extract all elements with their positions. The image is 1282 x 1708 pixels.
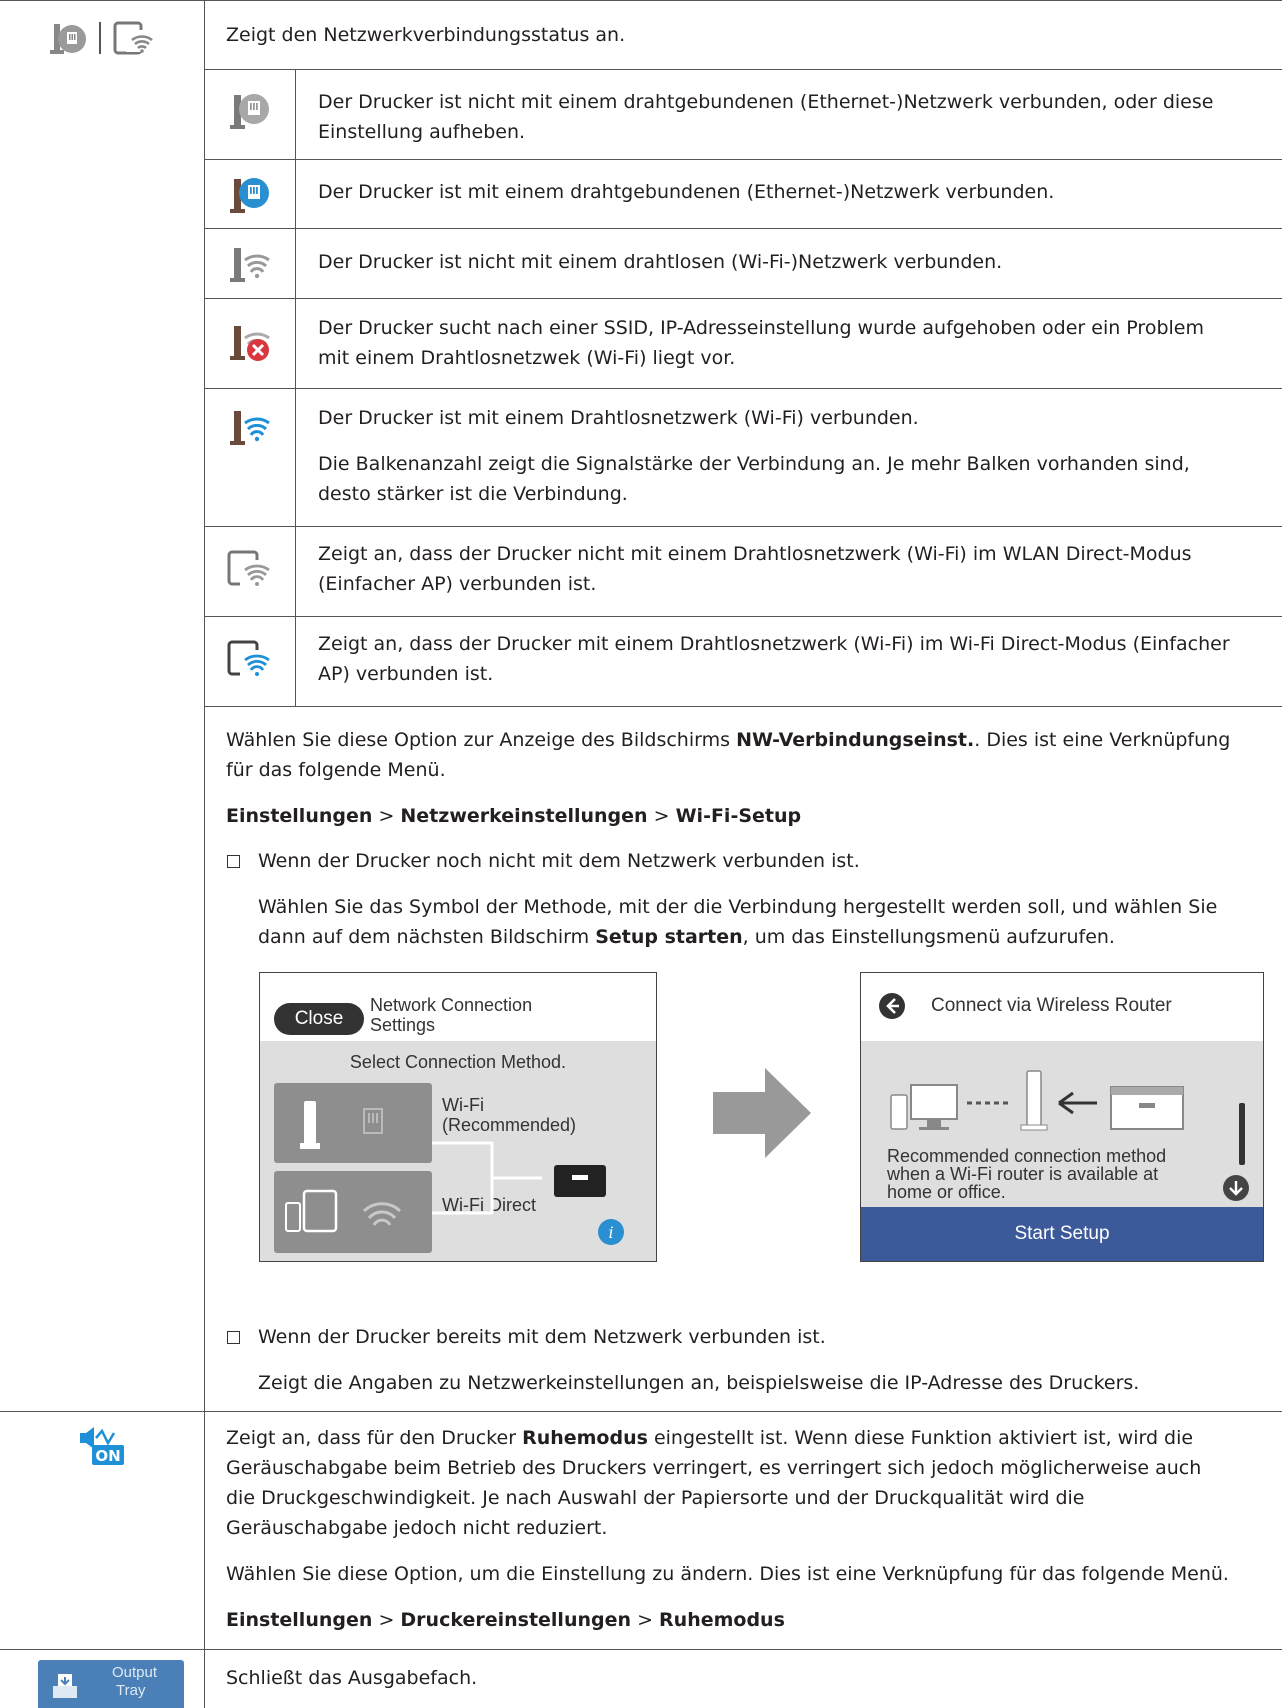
manual-page: Zeigt den Netzwerkverbindungsstatus an. … [0,0,1282,1708]
state-text: Die Balkenanzahl zeigt die Signalstärke … [318,453,1190,475]
output-tray-label: Tray [116,1682,146,1699]
screen-title: Network Connection [370,995,533,1015]
table-top-border [0,0,1282,1]
menu-path: Einstellungen > Netzwerkeinstellungen > … [226,805,802,827]
bullet-detail: dann auf dem nächsten Bildschirm Setup s… [258,926,1115,948]
start-setup-button[interactable]: Start Setup [861,1207,1263,1261]
connect-router-screen: Connect via Wireless Router Recommended … [860,972,1264,1262]
bullet-text: Wenn der Drucker bereits mit dem Netzwer… [258,1326,826,1348]
router-diagram [890,1070,1184,1131]
router-description: Recommended connection method [887,1146,1167,1166]
state-text: (Einfacher AP) verbunden ist. [318,573,597,595]
output-tray-label: Output [112,1664,158,1681]
state-text: Der Drucker ist nicht mit einem drahtgeb… [318,91,1214,113]
screen-title: Settings [370,1015,436,1035]
wifi-error-icon [230,326,270,361]
state-text: Der Drucker sucht nach einer SSID, IP-Ad… [318,317,1204,339]
wired-disconnected-icon [230,94,269,129]
router-description: home or office. [887,1182,1006,1202]
wifi-connected-icon [230,411,270,445]
bullet-box [227,855,240,868]
svg-text:i: i [608,1223,613,1242]
router-description: when a Wi-Fi router is available at [887,1164,1159,1184]
menu-name: NW-Verbindungseinst. [736,729,975,751]
state-text: mit einem Drahtlosnetzwek (Wi-Fi) liegt … [318,347,736,369]
bullet-box [227,1331,240,1344]
arrow-right-icon [713,1068,811,1158]
output-tray-text: Schließt das Ausgabefach. [226,1667,478,1689]
row-divider [204,159,1282,160]
wifi-option-label: Wi-Fi [442,1095,484,1115]
info-icon[interactable]: i [596,1217,626,1247]
row-divider [204,526,1282,527]
network-status-header: Zeigt den Netzwerkverbindungsstatus an. [226,24,626,46]
wifi-direct-connected-icon [227,640,270,676]
wifi-direct-option-tile[interactable] [274,1171,432,1253]
back-arrow-icon[interactable] [877,991,907,1021]
quiet-mode-text: Wählen Sie diese Option, um die Einstell… [226,1563,1229,1585]
wifi-direct-status-icon [113,21,153,55]
icon-separator [99,22,101,54]
quiet-mode-text: Zeigt an, dass für den Drucker Ruhemodus… [226,1427,1194,1449]
wired-network-status-icon [50,24,86,54]
connection-lines [432,1141,542,1215]
table-column-divider [204,0,205,1708]
scroll-down-icon[interactable] [1221,1173,1251,1203]
screen-title: Connect via Wireless Router [931,995,1172,1016]
screen-subtitle: Select Connection Method. [349,1052,567,1072]
row-divider [204,706,1282,707]
row-divider [204,69,1282,70]
quiet-mode-icon-label: ON [95,1447,120,1465]
bullet-detail: Zeigt die Angaben zu Netzwerkeinstellung… [258,1372,1140,1394]
select-option-text: Wählen Sie diese Option zur Anzeige des … [226,729,1231,751]
bullet-text: Wenn der Drucker noch nicht mit dem Netz… [258,850,860,872]
state-text: Der Drucker ist mit einem drahtgebundene… [318,181,1055,203]
row-divider [204,616,1282,617]
state-text: desto stärker ist die Verbindung. [318,483,628,505]
state-text: Einstellung aufheben. [318,121,526,143]
state-text: Der Drucker ist nicht mit einem drahtlos… [318,251,1003,273]
state-text: Zeigt an, dass der Drucker nicht mit ein… [318,543,1192,565]
quiet-mode-text: Geräuschabgabe beim Betrieb des Druckers… [226,1457,1202,1479]
wifi-option-tile[interactable] [274,1083,432,1163]
wifi-direct-disconnected-icon [227,550,270,586]
quiet-mode-text: Geräuschabgabe jedoch nicht reduziert. [226,1517,608,1539]
printer-icon [554,1165,606,1197]
quiet-mode-icon: ON [80,1427,124,1465]
row-divider [204,298,1282,299]
section-divider [0,1411,1282,1412]
wifi-disconnected-icon [230,248,270,282]
scrollbar[interactable] [1239,1103,1245,1165]
state-text: Der Drucker ist mit einem Drahtlosnetzwe… [318,407,919,429]
menu-path: Einstellungen > Druckereinstellungen > R… [226,1609,785,1631]
row-divider [204,388,1282,389]
close-button[interactable]: Close [274,1003,364,1035]
section-divider [0,1649,1282,1650]
state-text: Zeigt an, dass der Drucker mit einem Dra… [318,633,1230,655]
bullet-detail: Wählen Sie das Symbol der Methode, mit d… [258,896,1218,918]
output-tray-icon: Output Tray [38,1660,184,1708]
quiet-mode-text: die Druckgeschwindigkeit. Je nach Auswah… [226,1487,1085,1509]
select-option-text: für das folgende Menü. [226,759,446,781]
wired-connected-icon [230,178,269,213]
state-text: AP) verbunden ist. [318,663,494,685]
connection-settings-screen: Close Network Connection Settings Select… [259,972,657,1262]
row-divider [204,228,1282,229]
